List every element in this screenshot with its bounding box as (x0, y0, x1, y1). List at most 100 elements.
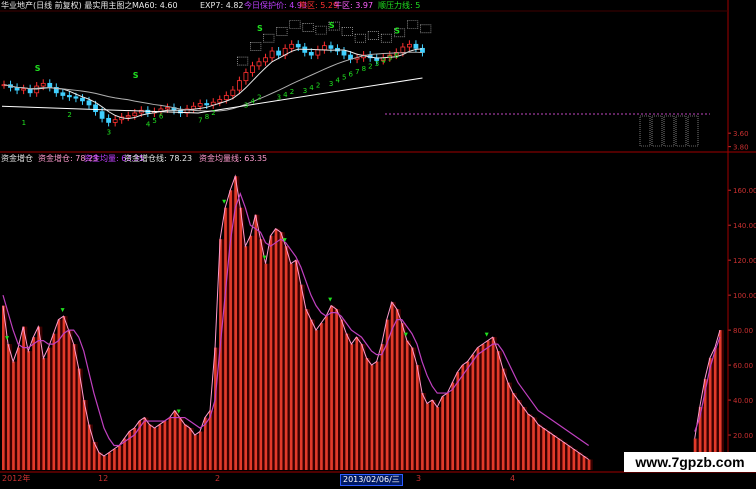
indicator-bar-gap (343, 319, 346, 470)
indicator-bar-gap (252, 235, 255, 470)
indicator-bar (360, 344, 364, 470)
indicator-tick-label: 120.00 (733, 257, 756, 265)
indicator-bar-gap (454, 382, 457, 470)
indicator-bar (335, 309, 339, 470)
indicator-bar (123, 438, 126, 470)
sequence-number: 2 (67, 111, 71, 119)
indicator-bar-gap (277, 228, 280, 470)
peak-arrow-icon (222, 199, 227, 204)
indicator-zengcang-line: 资金增仓线: 78.23 (124, 154, 193, 163)
indicator-bar (188, 428, 192, 470)
indicator-bar (173, 410, 177, 470)
indicator-bar-gap (201, 431, 204, 470)
indicator-bar-gap (524, 407, 528, 470)
candle-body (66, 95, 72, 98)
indicator-bar (2, 305, 5, 470)
indicator-bar-gap (19, 347, 23, 470)
indicator-bar (350, 344, 354, 470)
indicator-bar (461, 365, 465, 470)
indicator-bar (481, 344, 485, 470)
indicator-bar (436, 407, 439, 470)
indicator-bar (380, 344, 384, 470)
sequence-number: 6 (159, 112, 164, 120)
indicator-bar (274, 228, 278, 470)
candle-body (413, 43, 419, 49)
indicator-bar (355, 337, 359, 470)
indicator-tick-label: 40.00 (733, 397, 753, 405)
indicator-bar (315, 330, 318, 470)
candle-body (112, 119, 118, 123)
indicator-bar-gap (156, 428, 159, 470)
indicator-bar (47, 347, 51, 470)
indicator-bar-gap (504, 368, 507, 470)
indicator-bar-gap (287, 246, 290, 470)
candle-body (217, 99, 223, 103)
indicator-bar-gap (171, 417, 174, 470)
sequence-number: 5 (342, 73, 346, 81)
indicator-bar-gap (433, 400, 437, 470)
footer-month-4: 4 (510, 474, 516, 483)
indicator-bar (12, 361, 15, 470)
indicator-bar-gap (413, 347, 417, 470)
indicator-bar-gap (30, 351, 33, 470)
indicator-bar (249, 235, 253, 470)
indicator-bar (118, 445, 121, 470)
sequence-number: 3 (303, 87, 307, 95)
candle-body (289, 43, 295, 49)
sequence-number: 3 (107, 129, 111, 137)
indicator-bar-gap (14, 361, 18, 470)
indicator-bar-gap (206, 417, 210, 470)
indicator-bar-gap (423, 393, 427, 470)
zone-box (380, 33, 392, 43)
candle-body (204, 103, 210, 106)
zone-box (315, 25, 327, 35)
indicator-bar (163, 421, 167, 470)
indicator-bar-gap (363, 344, 366, 470)
indicator-bar-gap (403, 323, 406, 470)
indicator-panel: 20.00 40.00 60.00 80.00 100.00 120.00 140.00 16… (2, 174, 756, 471)
sequence-number: 1 (22, 119, 26, 127)
indicator-bar-gap (65, 316, 68, 470)
indicator-bar (405, 340, 409, 470)
indicator-bar-gap (136, 428, 139, 470)
sequence-number: 4 (146, 120, 151, 128)
indicator-bar (446, 393, 450, 470)
indicator-bar (42, 358, 46, 470)
indicator-bar (476, 347, 480, 470)
indicator-bar-gap (55, 333, 58, 470)
indicator-bar (269, 235, 273, 470)
indicator-bar (486, 340, 490, 470)
indicator-tick-label: 160.00 (733, 187, 756, 195)
indicator-bar (431, 400, 434, 470)
indicator-bar-gap (484, 344, 487, 470)
sequence-number: 3 (277, 94, 281, 102)
indicator-bar-gap (302, 284, 305, 470)
indicator-bar (92, 442, 96, 470)
sequence-number: 4 (309, 84, 314, 92)
indicator-bar (511, 393, 515, 470)
indicator-bar (264, 263, 268, 470)
indicator-bar (718, 330, 722, 470)
indicator-bar (239, 207, 243, 470)
indicator-bar-gap (398, 309, 401, 470)
price-tick-label: 3.60 (733, 130, 749, 138)
header-ma60: MA60: 4.60 (132, 1, 178, 10)
indicator-bar (370, 365, 374, 470)
indicator-bar (158, 424, 162, 470)
indicator-bar (224, 207, 227, 470)
indicator-bar-gap (560, 438, 563, 470)
candle-body (223, 95, 229, 100)
zone-box (367, 31, 379, 40)
price-tick-label: 3.80 (733, 144, 749, 152)
candle-body (21, 88, 27, 91)
indicator-bar (143, 417, 147, 470)
zone-box (420, 24, 432, 34)
indicator-bar-gap (327, 316, 331, 470)
indicator-bar-gap (176, 410, 179, 470)
indicator-bar-gap (353, 344, 356, 470)
indicator-bar (108, 452, 111, 470)
indicator-bar (522, 407, 525, 470)
indicator-bar (410, 347, 414, 470)
indicator-bar-gap (338, 309, 341, 470)
indicator-bar (501, 368, 505, 470)
